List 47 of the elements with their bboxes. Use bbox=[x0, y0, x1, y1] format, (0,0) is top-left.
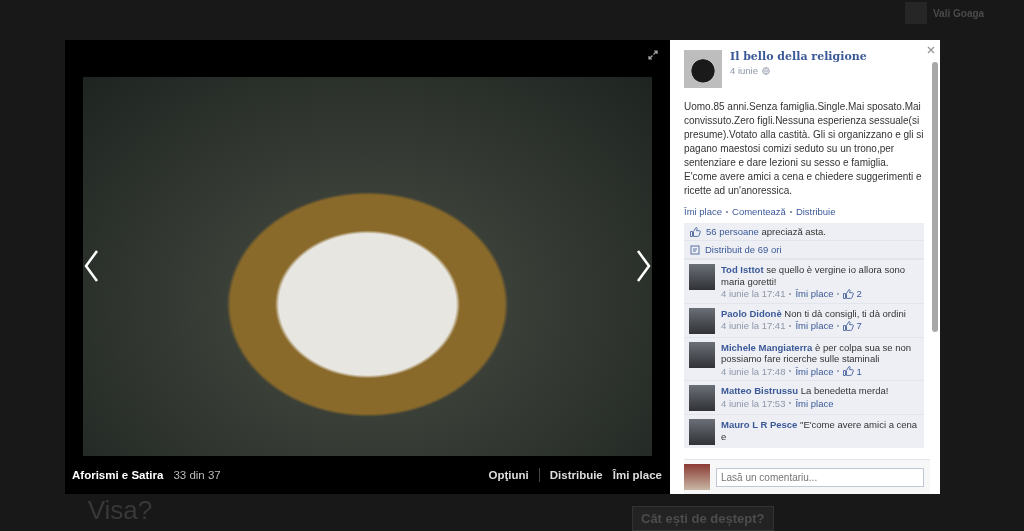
like-count-icon bbox=[843, 366, 855, 377]
like-count-icon bbox=[843, 320, 855, 331]
photo-position: 33 din 37 bbox=[173, 469, 221, 481]
like-count: 7 bbox=[856, 320, 862, 332]
avatar-photo bbox=[689, 341, 715, 368]
post-action-link[interactable]: Distribuie bbox=[795, 206, 836, 217]
globe-icon bbox=[762, 66, 770, 75]
like-count: 1 bbox=[856, 365, 862, 377]
comment-text: Paolo Didonè Non ti dà consigli, ti dà ordini bbox=[721, 307, 907, 319]
comment-time: 4 iunie la 17:48 bbox=[721, 365, 786, 377]
close-icon[interactable] bbox=[927, 46, 935, 54]
page-avatar-photo bbox=[684, 50, 722, 88]
comment-time: 4 iunie la 17:53 bbox=[721, 397, 786, 409]
viewer-action-link[interactable]: Îmi place bbox=[612, 469, 662, 481]
viewer-action-link[interactable]: Distribuie bbox=[549, 469, 603, 481]
shares-link[interactable]: Distribuit de 69 ori bbox=[705, 244, 782, 255]
like-count: 2 bbox=[856, 288, 862, 300]
like-link[interactable]: Îmi place bbox=[795, 397, 834, 409]
scrollbar-thumb[interactable] bbox=[932, 62, 938, 332]
post-action-link[interactable]: Comentează bbox=[732, 206, 786, 217]
like-count-icon bbox=[843, 288, 855, 299]
likes-text: 56 persoane apreciază asta. bbox=[706, 226, 826, 237]
page-name-link[interactable]: Il bello della religione bbox=[730, 50, 867, 63]
post-action-link[interactable]: Îmi place bbox=[684, 206, 722, 217]
comment-text: Matteo Bistrussu La benedetta merda! bbox=[721, 385, 890, 397]
comment-text: Michele Mangiaterra è per colpa sua se non possiamo fare ricerche sulle staminali bbox=[721, 341, 913, 365]
avatar-photo bbox=[689, 419, 715, 445]
avatar-photo bbox=[689, 385, 715, 411]
comment-time: 4 iunie la 17:41 bbox=[721, 320, 786, 332]
likes-link[interactable]: 56 persoane bbox=[706, 226, 759, 237]
avatar-photo bbox=[689, 307, 715, 334]
user-avatar-photo bbox=[684, 464, 710, 490]
avatar-photo bbox=[689, 264, 715, 290]
album-title: Aforismi e Satira bbox=[72, 469, 164, 481]
post-date: 4 iunie bbox=[730, 65, 758, 76]
like-link[interactable]: Îmi place bbox=[795, 288, 834, 300]
comment-text: Mauro L R Pesce "E'come avere amici a cena e bbox=[721, 419, 919, 442]
like-link[interactable]: Îmi place bbox=[795, 320, 834, 332]
comment-input[interactable]: Lasă un comentariu... bbox=[716, 467, 924, 487]
like-icon bbox=[690, 226, 701, 237]
expand-icon[interactable] bbox=[648, 50, 658, 60]
comment-text: Tod Isttot se quello è vergine io allora sono maria goretti! bbox=[721, 264, 907, 287]
comment-time: 4 iunie la 17:41 bbox=[721, 288, 786, 300]
viewer-action-link[interactable]: Opţiuni bbox=[488, 469, 529, 481]
share-icon bbox=[690, 244, 700, 255]
post-text: Uomo.85 anni.Senza famiglia.Single.Mai sposato.Mai convissuto.Zero figli.Nessuna esperienza sessuale(si presume).Votato alla castità. Gli si organizzano e gli si pagano maestosi comizi seduto su un trono,per sentenziare e dare lezioni su sesso e famiglia. E'come avere amici a cena e chiedere suggerimenti e ricette ad un'anoressica. bbox=[684, 100, 925, 198]
like-link[interactable]: Îmi place bbox=[795, 365, 834, 377]
